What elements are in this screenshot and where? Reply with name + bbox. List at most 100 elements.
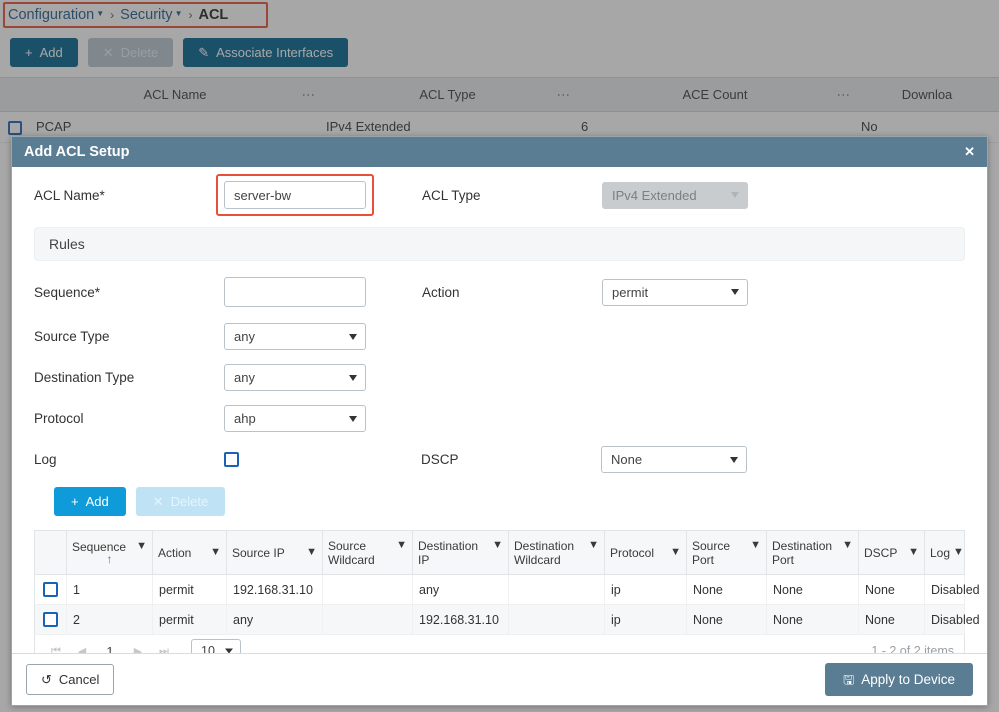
add-acl-setup-dialog: Add ACL Setup ✕ ACL Name* ACL Type IPv4 … bbox=[11, 136, 988, 706]
chevron-down-icon bbox=[731, 289, 739, 295]
destination-type-select[interactable]: any bbox=[224, 364, 366, 391]
cancel-button[interactable]: ↺ Cancel bbox=[26, 664, 115, 695]
cancel-label: Cancel bbox=[58, 672, 100, 687]
source-type-label: Source Type bbox=[34, 329, 110, 344]
filter-icon[interactable]: ▼ bbox=[306, 546, 317, 559]
row-checkbox-cell[interactable] bbox=[34, 574, 67, 606]
column-label: Source Port bbox=[692, 538, 731, 567]
rule-action-buttons: + Add ✕ Delete bbox=[54, 487, 965, 516]
filter-icon[interactable]: ▼ bbox=[670, 546, 681, 559]
cell-source-port: None bbox=[686, 574, 767, 606]
cell-action: permit bbox=[152, 574, 227, 606]
column-source-ip[interactable]: Source IP ▼ bbox=[226, 530, 323, 575]
cell-destination-port: None bbox=[766, 574, 859, 606]
chevron-down-icon bbox=[225, 648, 233, 653]
rules-table: Sequence ▼ ↑ Action ▼ Source IP ▼ Source Wi… bbox=[34, 530, 980, 636]
add-rule-button[interactable]: + Add bbox=[54, 487, 126, 516]
column-label: Source IP bbox=[232, 545, 285, 560]
column-label: Action bbox=[158, 545, 192, 560]
sequence-label: Sequence* bbox=[34, 284, 101, 300]
page-prev-icon[interactable]: ◀ bbox=[71, 645, 93, 653]
action-value: permit bbox=[612, 284, 649, 300]
destination-type-row: Destination Type any bbox=[34, 364, 965, 391]
filter-icon[interactable]: ▼ bbox=[953, 546, 964, 559]
cell-log: Disabled bbox=[924, 574, 980, 606]
dialog-header: Add ACL Setup ✕ bbox=[12, 137, 987, 167]
cell-sequence: 2 bbox=[66, 604, 153, 636]
action-select[interactable]: permit bbox=[602, 278, 748, 306]
filter-icon[interactable]: ▼ bbox=[492, 539, 503, 552]
page-next-icon[interactable]: ▶ bbox=[127, 645, 149, 653]
column-label: Protocol bbox=[610, 545, 655, 560]
column-source-port[interactable]: Source Port ▼ bbox=[686, 530, 767, 575]
column-log[interactable]: Log ▼ bbox=[924, 530, 965, 575]
cell-source-ip: any bbox=[226, 604, 323, 636]
cell-destination-ip: any bbox=[412, 574, 509, 606]
log-checkbox[interactable] bbox=[224, 452, 239, 467]
row-checkbox[interactable] bbox=[43, 612, 58, 628]
acl-type-value: IPv4 Extended bbox=[612, 187, 697, 203]
filter-icon[interactable]: ▼ bbox=[396, 539, 407, 552]
acl-name-label: ACL Name* bbox=[34, 187, 105, 203]
cell-protocol: ip bbox=[604, 604, 687, 636]
source-type-select[interactable]: any bbox=[224, 323, 366, 350]
source-type-value: any bbox=[234, 329, 255, 344]
cell-source-wildcard bbox=[322, 574, 413, 606]
page-last-icon[interactable]: ⏭ bbox=[153, 645, 175, 653]
filter-icon[interactable]: ▼ bbox=[842, 539, 853, 552]
cell-dscp: None bbox=[858, 574, 925, 606]
dialog-body: ACL Name* ACL Type IPv4 Extended Rules S… bbox=[12, 167, 987, 653]
filter-icon[interactable]: ▼ bbox=[588, 539, 599, 552]
filter-icon[interactable]: ▼ bbox=[908, 546, 919, 559]
page-first-icon[interactable]: ⏮ bbox=[45, 645, 67, 653]
items-summary: 1 - 2 of 2 items bbox=[871, 644, 954, 653]
cell-destination-ip: 192.168.31.10 bbox=[412, 604, 509, 636]
pagination-controls: ⏮ ◀ 1 ▶ ⏭ 10 bbox=[45, 639, 241, 653]
column-label: Log bbox=[930, 545, 951, 560]
save-disk-icon: 🖫 bbox=[843, 672, 855, 687]
protocol-label: Protocol bbox=[34, 411, 84, 426]
destination-type-value: any bbox=[234, 370, 255, 385]
chevron-down-icon bbox=[349, 333, 357, 340]
acl-type-select: IPv4 Extended bbox=[602, 181, 748, 209]
protocol-row: Protocol ahp bbox=[34, 405, 965, 432]
cell-destination-wildcard bbox=[508, 574, 605, 606]
rules-section-header: Rules bbox=[34, 227, 965, 261]
dscp-select[interactable]: None bbox=[601, 446, 747, 473]
column-sequence[interactable]: Sequence ▼ ↑ bbox=[66, 530, 153, 575]
column-action[interactable]: Action ▼ bbox=[152, 530, 227, 575]
page-number[interactable]: 1 bbox=[97, 643, 123, 653]
filter-icon[interactable]: ▼ bbox=[136, 540, 147, 553]
apply-to-device-button[interactable]: 🖫 Apply to Device bbox=[825, 663, 973, 696]
sequence-input[interactable] bbox=[224, 277, 366, 307]
filter-icon[interactable]: ▼ bbox=[750, 539, 761, 552]
column-destination-wildcard[interactable]: Destination Wildcard ▼ bbox=[508, 530, 605, 575]
column-protocol[interactable]: Protocol ▼ bbox=[604, 530, 687, 575]
row-checkbox[interactable] bbox=[43, 582, 58, 598]
cell-dscp: None bbox=[858, 604, 925, 636]
cell-destination-port: None bbox=[766, 604, 859, 636]
chevron-down-icon bbox=[731, 192, 739, 198]
dscp-value: None bbox=[611, 452, 643, 467]
sort-asc-arrow: ↑ bbox=[106, 552, 113, 566]
row-checkbox-cell[interactable] bbox=[34, 604, 67, 636]
cell-protocol: ip bbox=[604, 574, 687, 606]
acl-identity-row: ACL Name* ACL Type IPv4 Extended bbox=[34, 174, 965, 216]
column-destination-ip[interactable]: Destination IP ▼ bbox=[412, 530, 509, 575]
table-row[interactable]: 2 permit any 192.168.31.10 ip None None … bbox=[34, 604, 980, 636]
delete-rule-button: ✕ Delete bbox=[135, 487, 226, 516]
close-icon[interactable]: ✕ bbox=[964, 144, 975, 160]
column-source-wildcard[interactable]: Source Wildcard ▼ bbox=[322, 530, 413, 575]
table-row[interactable]: 1 permit 192.168.31.10 any ip None None … bbox=[34, 574, 980, 606]
close-icon: ✕ bbox=[152, 494, 164, 509]
dialog-title: Add ACL Setup bbox=[24, 144, 130, 160]
cell-source-port: None bbox=[686, 604, 767, 636]
column-dscp[interactable]: DSCP ▼ bbox=[858, 530, 925, 575]
column-destination-port[interactable]: Destination Port ▼ bbox=[766, 530, 859, 575]
protocol-select[interactable]: ahp bbox=[224, 405, 366, 432]
acl-name-input[interactable] bbox=[224, 181, 366, 209]
sequence-action-row: Sequence* Action permit bbox=[34, 277, 965, 307]
page-size-select[interactable]: 10 bbox=[191, 639, 241, 653]
filter-icon[interactable]: ▼ bbox=[210, 546, 221, 559]
source-type-row: Source Type any bbox=[34, 323, 965, 350]
